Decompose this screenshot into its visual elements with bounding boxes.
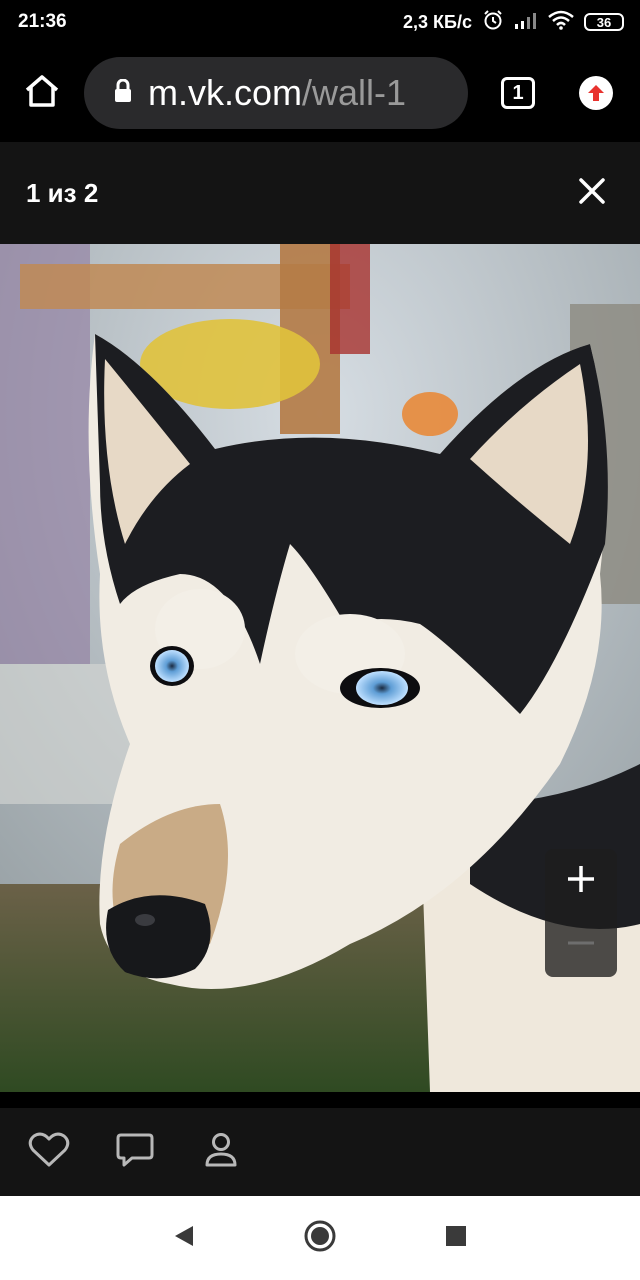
update-button[interactable]	[568, 76, 624, 110]
comment-button[interactable]	[116, 1108, 204, 1196]
nav-back-button[interactable]	[116, 1196, 252, 1280]
plus-icon	[566, 864, 596, 899]
tag-person-button[interactable]	[204, 1108, 292, 1196]
url-path: /wall-1	[302, 72, 407, 113]
battery-icon: 36	[584, 13, 624, 31]
status-bar: 21:36 2,3 КБ/с 36	[0, 0, 640, 44]
browser-home-button[interactable]	[0, 44, 84, 142]
photo-illustration	[0, 244, 640, 1092]
comment-icon	[116, 1132, 154, 1173]
battery-level: 36	[596, 14, 612, 30]
zoom-out-button[interactable]	[545, 913, 617, 977]
home-icon	[24, 74, 60, 113]
alarm-icon	[482, 9, 504, 36]
status-indicators: 2,3 КБ/с 36	[403, 9, 624, 36]
wifi-icon	[548, 10, 574, 35]
lock-icon	[114, 78, 132, 108]
minus-icon	[566, 928, 596, 963]
status-time: 21:36	[18, 11, 67, 32]
recents-icon	[444, 1224, 468, 1253]
browser-toolbar: m.vk.com/wall-1 1	[0, 44, 640, 142]
zoom-in-button[interactable]	[545, 849, 617, 913]
network-speed: 2,3 КБ/с	[403, 11, 472, 32]
nav-home-button[interactable]	[252, 1196, 388, 1280]
photo-counter: 1 из 2	[26, 177, 99, 208]
system-navigation-bar	[0, 1196, 640, 1280]
back-icon	[173, 1224, 195, 1253]
tabs-count: 1	[501, 77, 535, 109]
nav-recents-button[interactable]	[388, 1196, 524, 1280]
heart-icon	[28, 1132, 70, 1173]
husky-dog-photo[interactable]	[0, 244, 640, 1092]
photo-actions-bar	[0, 1108, 640, 1196]
url-host: m.vk.com	[148, 72, 303, 113]
person-icon	[204, 1132, 238, 1173]
photo-viewer-header: 1 из 2	[0, 142, 640, 244]
signal-icon	[514, 11, 538, 34]
like-button[interactable]	[28, 1108, 116, 1196]
update-arrow-icon	[579, 76, 613, 110]
zoom-controls	[545, 849, 617, 977]
address-bar[interactable]: m.vk.com/wall-1	[84, 57, 468, 129]
home-circle-icon	[303, 1219, 337, 1258]
tabs-button[interactable]: 1	[468, 77, 568, 109]
close-icon[interactable]	[578, 177, 606, 210]
